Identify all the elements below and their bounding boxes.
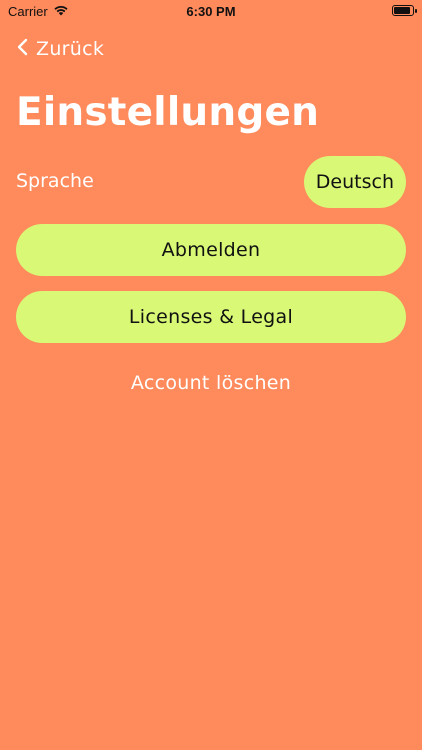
language-label: Sprache <box>16 170 94 192</box>
logout-button[interactable]: Abmelden <box>16 224 406 276</box>
licenses-legal-button[interactable]: Licenses & Legal <box>16 291 406 343</box>
status-time: 6:30 PM <box>186 4 236 19</box>
status-bar: Carrier 6:30 PM <box>0 0 422 24</box>
delete-account-link[interactable]: Account löschen <box>0 372 422 394</box>
chevron-left-icon <box>16 38 28 60</box>
language-select-button[interactable]: Deutsch <box>303 156 406 208</box>
back-button[interactable]: Zurück <box>16 36 104 62</box>
language-row: Sprache Deutsch <box>16 156 406 208</box>
page-title: Einstellungen <box>16 90 320 135</box>
back-label: Zurück <box>36 38 105 60</box>
battery-icon <box>392 5 417 16</box>
